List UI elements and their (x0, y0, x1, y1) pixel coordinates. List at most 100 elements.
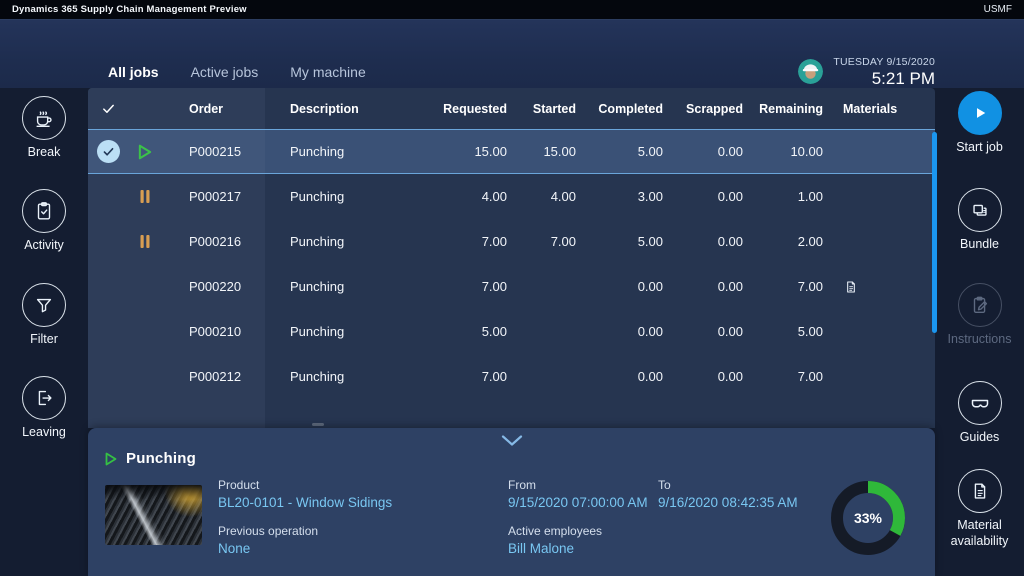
progress-percent: 33% (828, 478, 908, 558)
scrapped-cell: 0.00 (663, 234, 743, 249)
order-cell: P000210 (162, 324, 265, 339)
app-title: Dynamics 365 Supply Chain Management Pre… (12, 4, 247, 15)
col-scrapped: Scrapped (663, 102, 743, 116)
completed-cell: 0.00 (576, 279, 663, 294)
remaining-cell: 1.00 (743, 189, 823, 204)
select-all-checkmark-icon[interactable] (88, 101, 128, 116)
requested-cell: 4.00 (430, 189, 507, 204)
table-row[interactable]: P000220 Punching 7.00 0.00 0.00 7.00 (88, 264, 935, 309)
progress-donut: 33% (828, 478, 908, 558)
table-row[interactable]: P000212 Punching 7.00 0.00 0.00 7.00 (88, 354, 935, 399)
started-cell: 7.00 (507, 234, 576, 249)
activity-label: Activity (24, 238, 64, 254)
order-cell: P000216 (162, 234, 265, 249)
start-job-label: Start job (956, 140, 1003, 156)
activity-button[interactable]: Activity (0, 189, 88, 254)
completed-cell: 0.00 (576, 369, 663, 384)
filter-button[interactable]: Filter (0, 283, 88, 348)
bundle-button[interactable]: Bundle (935, 188, 1024, 253)
product-label: Product (218, 478, 392, 492)
remaining-cell: 7.00 (743, 369, 823, 384)
user-avatar[interactable] (798, 59, 823, 84)
jobs-table-body: P000215 Punching 15.00 15.00 5.00 0.00 1… (88, 129, 935, 399)
product-field: Product BL20-0101 - Window Sidings (218, 478, 392, 510)
requested-cell: 7.00 (430, 279, 507, 294)
detail-title-row: Punching (105, 450, 196, 467)
col-order: Order (162, 102, 265, 116)
description-cell: Punching (265, 279, 430, 294)
material-availability-button[interactable]: Material availability (935, 469, 1024, 549)
filter-label: Filter (30, 332, 58, 348)
from-field: From 9/15/2020 07:00:00 AM (508, 478, 648, 510)
active-employees-label: Active employees (508, 524, 602, 538)
col-completed: Completed (576, 102, 663, 116)
scrapped-cell: 0.00 (663, 324, 743, 339)
hololens-icon (958, 381, 1002, 425)
table-row[interactable]: P000210 Punching 5.00 0.00 0.00 5.00 (88, 309, 935, 354)
description-cell: Punching (265, 144, 430, 159)
instructions-button: Instructions (935, 283, 1024, 348)
coffee-icon (22, 96, 66, 140)
tab-all-jobs[interactable]: All jobs (108, 64, 159, 88)
play-icon (958, 91, 1002, 135)
started-cell: 15.00 (507, 144, 576, 159)
break-label: Break (28, 145, 61, 161)
from-value: 9/15/2020 07:00:00 AM (508, 495, 648, 510)
guides-button[interactable]: Guides (935, 381, 1024, 446)
active-employees-value[interactable]: Bill Malone (508, 541, 602, 556)
remaining-cell: 10.00 (743, 144, 823, 159)
tab-active-jobs[interactable]: Active jobs (191, 64, 259, 88)
guides-label: Guides (960, 430, 1000, 446)
col-materials: Materials (823, 102, 935, 116)
clipboard-check-icon (22, 189, 66, 233)
started-cell: 4.00 (507, 189, 576, 204)
requested-cell: 5.00 (430, 324, 507, 339)
description-cell: Punching (265, 324, 430, 339)
product-value[interactable]: BL20-0101 - Window Sidings (218, 495, 392, 510)
company-selector[interactable]: USMF (984, 4, 1012, 15)
requested-cell: 7.00 (430, 369, 507, 384)
completed-cell: 5.00 (576, 144, 663, 159)
to-label: To (658, 478, 798, 492)
collapse-panel-button[interactable] (497, 432, 527, 448)
order-cell: P000220 (162, 279, 265, 294)
bundle-label: Bundle (960, 237, 999, 253)
instructions-label: Instructions (948, 332, 1012, 348)
to-field: To 9/16/2020 08:42:35 AM (658, 478, 798, 510)
tab-my-machine[interactable]: My machine (290, 64, 365, 88)
current-date: TUESDAY 9/15/2020 (833, 56, 935, 68)
materials-icon[interactable] (843, 279, 859, 295)
table-row[interactable]: P000215 Punching 15.00 15.00 5.00 0.00 1… (88, 129, 935, 174)
material-list-icon (958, 469, 1002, 513)
previous-operation-field: Previous operation None (218, 524, 318, 556)
scrapped-cell: 0.00 (663, 369, 743, 384)
current-time: 5:21 PM (833, 69, 935, 89)
jobs-table: Order Description Requested Started Comp… (88, 88, 935, 428)
description-cell: Punching (265, 189, 430, 204)
table-row[interactable]: P000216 Punching 7.00 7.00 5.00 0.00 2.0… (88, 219, 935, 264)
remaining-cell: 5.00 (743, 324, 823, 339)
right-action-rail: Start job Bundle Instructions (935, 88, 1024, 576)
requested-cell: 7.00 (430, 234, 507, 249)
active-employees-field: Active employees Bill Malone (508, 524, 602, 556)
product-photo[interactable] (105, 485, 202, 545)
scrapped-cell: 0.00 (663, 279, 743, 294)
scrapped-cell: 0.00 (663, 144, 743, 159)
start-job-button[interactable]: Start job (935, 91, 1024, 156)
paused-icon (139, 234, 151, 249)
material-availability-label: Material availability (941, 518, 1019, 549)
to-value: 9/16/2020 08:42:35 AM (658, 495, 798, 510)
previous-operation-label: Previous operation (218, 524, 318, 538)
bundle-icon (958, 188, 1002, 232)
horizontal-scrollbar[interactable] (312, 423, 324, 426)
detail-operation-title: Punching (126, 450, 196, 467)
from-label: From (508, 478, 648, 492)
order-cell: P000217 (162, 189, 265, 204)
sign-out-icon (22, 376, 66, 420)
table-row[interactable]: P000217 Punching 4.00 4.00 3.00 0.00 1.0… (88, 174, 935, 219)
clock: TUESDAY 9/15/2020 5:21 PM (833, 56, 935, 89)
break-button[interactable]: Break (0, 96, 88, 161)
leaving-button[interactable]: Leaving (0, 376, 88, 441)
app-window: Dynamics 365 Supply Chain Management Pre… (0, 0, 1024, 576)
previous-operation-value[interactable]: None (218, 541, 318, 556)
